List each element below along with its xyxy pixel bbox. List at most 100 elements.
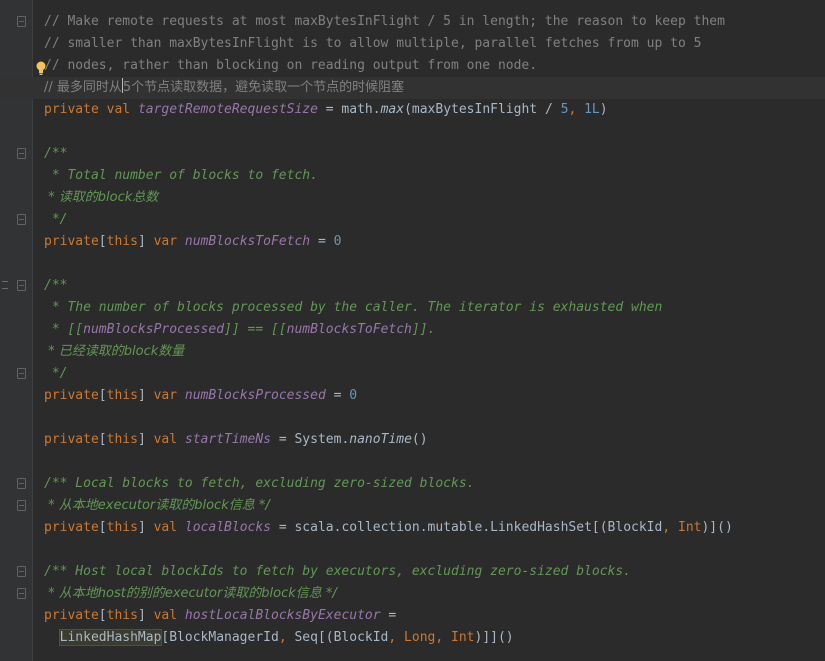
type-name: Int [678, 520, 702, 535]
code-line: // nodes, rather than blocking on readin… [44, 58, 538, 73]
comma: , [662, 520, 678, 535]
doc-text: * [44, 322, 68, 337]
bracket: ] [137, 432, 146, 447]
keyword: val [153, 432, 178, 447]
bracket: ] [137, 520, 146, 535]
doc-comment-line: /** [44, 278, 68, 293]
doc-comment-line: * 从本地executor读取的block信息 */ [44, 498, 270, 513]
number-literal: 0 [349, 388, 358, 403]
keyword: val [153, 608, 178, 623]
method-name: max [380, 102, 405, 117]
field-name: targetRemoteRequestSize [137, 102, 318, 117]
doc-comment-line: * The number of blocks processed by the … [44, 300, 663, 315]
current-code-line: // 最多同时从5个节点读取数据，避免读取一个节点的时候阻塞 [0, 77, 825, 99]
code-text: Seq[(BlockId [294, 630, 389, 645]
fold-marker-icon[interactable] [17, 588, 26, 599]
doc-link[interactable]: numBlocksProcessed [83, 322, 224, 337]
doc-comment-line: */ [44, 212, 68, 227]
editor-gutter [0, 0, 33, 661]
comment-text: // 最多同时从 [44, 80, 122, 95]
doc-text: [[ [67, 322, 84, 337]
doc-comment-line: /** Local blocks to fetch, excluding zer… [44, 476, 475, 491]
fold-marker-icon[interactable] [17, 148, 26, 159]
keyword: var [153, 234, 178, 249]
keyword: private [44, 608, 99, 623]
keyword: val [106, 102, 131, 117]
doc-comment-line: * Total number of blocks to fetch. [44, 168, 318, 183]
code-line: private[this] var numBlocksToFetch = 0 [44, 231, 825, 253]
highlighted-identifier[interactable]: LinkedHashMap [58, 629, 163, 646]
keyword: val [153, 520, 178, 535]
bracket: [ [98, 520, 107, 535]
fold-marker-icon[interactable] [17, 214, 26, 225]
code-line: private[this] var numBlocksProcessed = 0 [44, 385, 825, 407]
code-line: private val targetRemoteRequestSize = ma… [44, 99, 825, 121]
fold-marker-icon[interactable] [17, 280, 26, 291]
code-text: = System. [271, 432, 350, 447]
code-line: private[this] val hostLocalBlocksByExecu… [44, 605, 825, 627]
fold-marker-icon[interactable] [17, 16, 26, 27]
method-name: nanoTime [349, 432, 412, 447]
code-text: = [310, 234, 334, 249]
keyword: this [106, 388, 138, 403]
doc-comment-line: * 从本地host的别的executor读取的block信息 */ [44, 586, 337, 601]
number-literal: 1L [584, 102, 600, 117]
code-line: private[this] val localBlocks = scala.co… [44, 517, 825, 539]
fold-marker-icon[interactable] [17, 500, 26, 511]
keyword: private [44, 234, 99, 249]
code-text: [BlockManagerId [161, 630, 279, 645]
field-name: startTimeNs [184, 432, 271, 447]
keyword: private [44, 388, 99, 403]
fold-marker-icon[interactable] [17, 478, 26, 489]
doc-comment-line: */ [44, 366, 68, 381]
number-literal: 0 [333, 234, 342, 249]
code-text: )]]() [474, 630, 514, 645]
comment-text: 5个节点读取数据，避免读取一个节点的时候阻塞 [122, 80, 405, 95]
comma: , [388, 630, 405, 645]
code-editor[interactable]: // Make remote requests at most maxBytes… [0, 11, 825, 649]
keyword: private [44, 432, 99, 447]
bracket: [ [98, 608, 107, 623]
code-text: = scala.collection.mutable.LinkedHashSet… [271, 520, 663, 535]
doc-render-icon[interactable] [2, 281, 8, 289]
bracket: [ [98, 388, 107, 403]
field-name: hostLocalBlocksByExecutor [184, 608, 381, 623]
fold-marker-icon[interactable] [17, 566, 26, 577]
code-line: // Make remote requests at most maxBytes… [44, 14, 725, 29]
doc-text: ]] == [[ [224, 322, 287, 337]
keyword: this [106, 234, 138, 249]
doc-text: ]]. [411, 322, 436, 337]
doc-comment-line: * 读取的block总数 [44, 190, 159, 205]
fold-marker-icon[interactable] [17, 368, 26, 379]
doc-comment-line: * [[numBlocksProcessed]] == [[numBlocksT… [44, 319, 825, 341]
doc-comment-line: /** Host local blockIds to fetch by exec… [44, 564, 631, 579]
keyword: this [106, 432, 138, 447]
field-name: numBlocksProcessed [184, 388, 326, 403]
code-text: = [325, 388, 350, 403]
doc-comment-line: * 已经读取的block数量 [44, 344, 185, 359]
keyword: this [106, 608, 138, 623]
field-name: numBlocksToFetch [184, 234, 311, 249]
comma: , [278, 630, 295, 645]
code-text: = math. [317, 102, 381, 117]
keyword: var [153, 388, 178, 403]
keyword: private [44, 102, 99, 117]
bracket: [ [98, 234, 107, 249]
keyword: private [44, 520, 99, 535]
code-line: LinkedHashMap[BlockManagerId, Seq[(Block… [44, 627, 825, 649]
code-text: () [411, 432, 428, 447]
doc-link[interactable]: numBlocksToFetch [287, 322, 412, 337]
type-name: Long [404, 630, 436, 645]
code-line: // smaller than maxBytesInFlight is to a… [44, 36, 702, 51]
type-name: Int [451, 630, 475, 645]
code-text: )]() [701, 520, 733, 535]
code-text: ) [599, 102, 608, 117]
keyword: this [106, 520, 138, 535]
code-text: = [380, 608, 397, 623]
